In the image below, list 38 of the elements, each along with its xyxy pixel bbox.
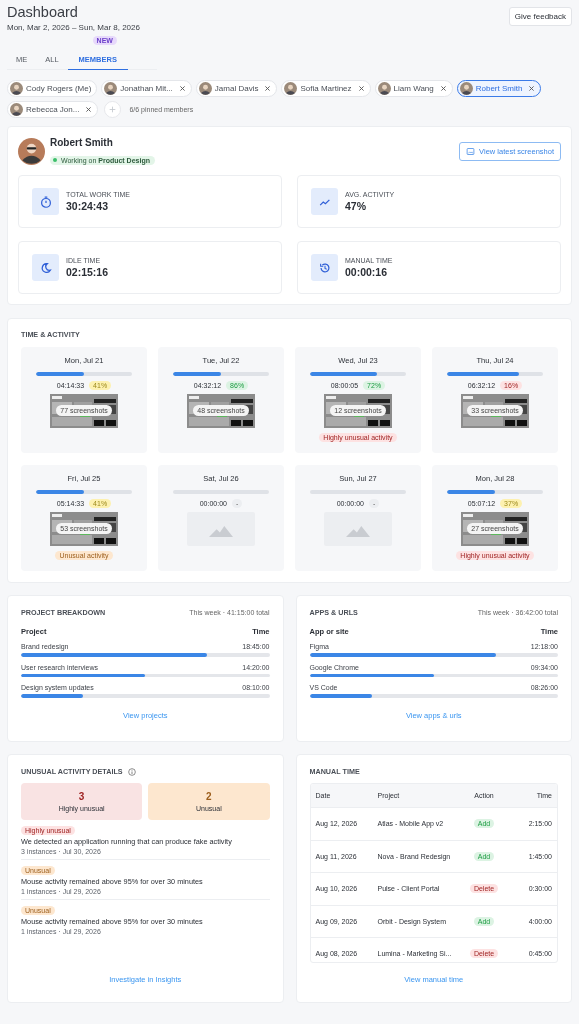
- member-chip[interactable]: Liam Wang: [374, 80, 453, 97]
- close-icon[interactable]: [178, 85, 186, 92]
- image-placeholder-icon: [209, 526, 233, 537]
- stat-value: 30:24:43: [66, 200, 110, 212]
- date-range: Mon, Mar 2, 2026 – Sun, Mar 8, 2026: [7, 23, 140, 32]
- moon-icon: [32, 254, 59, 281]
- image-icon: [466, 147, 476, 156]
- member-chip[interactable]: Cody Rogers (Me): [7, 80, 98, 97]
- page-title: Dashboard: [7, 3, 79, 21]
- feedback-button[interactable]: Give feedback: [508, 7, 572, 26]
- close-icon[interactable]: [357, 85, 365, 92]
- member-chip[interactable]: Rebecca Jon...: [7, 101, 99, 118]
- close-icon[interactable]: [85, 106, 93, 113]
- member-chip[interactable]: Jonathan Mit...: [101, 80, 192, 97]
- stopwatch-icon: [32, 188, 59, 215]
- avatar-icon: [104, 82, 118, 95]
- stat-value: 00:00:16: [345, 266, 389, 278]
- avatar-icon: [284, 82, 298, 95]
- stat-value: 02:15:16: [66, 266, 109, 278]
- close-icon[interactable]: [528, 85, 536, 92]
- count-value: 3: [78, 791, 85, 802]
- history-icon: [311, 254, 338, 281]
- avatar-icon: [18, 138, 45, 165]
- avatar-icon: [10, 103, 23, 116]
- member-chip[interactable]: Sofia Martinez: [281, 80, 371, 97]
- count-value: 2: [206, 791, 212, 802]
- avatar-icon: [377, 82, 391, 95]
- member-name: Robert Smith: [50, 137, 114, 148]
- stat-value: 47%: [345, 200, 367, 212]
- info-icon[interactable]: [127, 767, 136, 776]
- image-placeholder-icon: [346, 526, 370, 537]
- avatar-icon: [10, 82, 23, 95]
- member-chip[interactable]: Jamal Davis: [195, 80, 278, 97]
- close-icon[interactable]: [264, 85, 272, 92]
- avatar-icon: [198, 82, 212, 95]
- member-chip[interactable]: Robert Smith: [456, 80, 542, 97]
- close-icon[interactable]: [439, 85, 447, 92]
- avatar-icon: [459, 82, 473, 95]
